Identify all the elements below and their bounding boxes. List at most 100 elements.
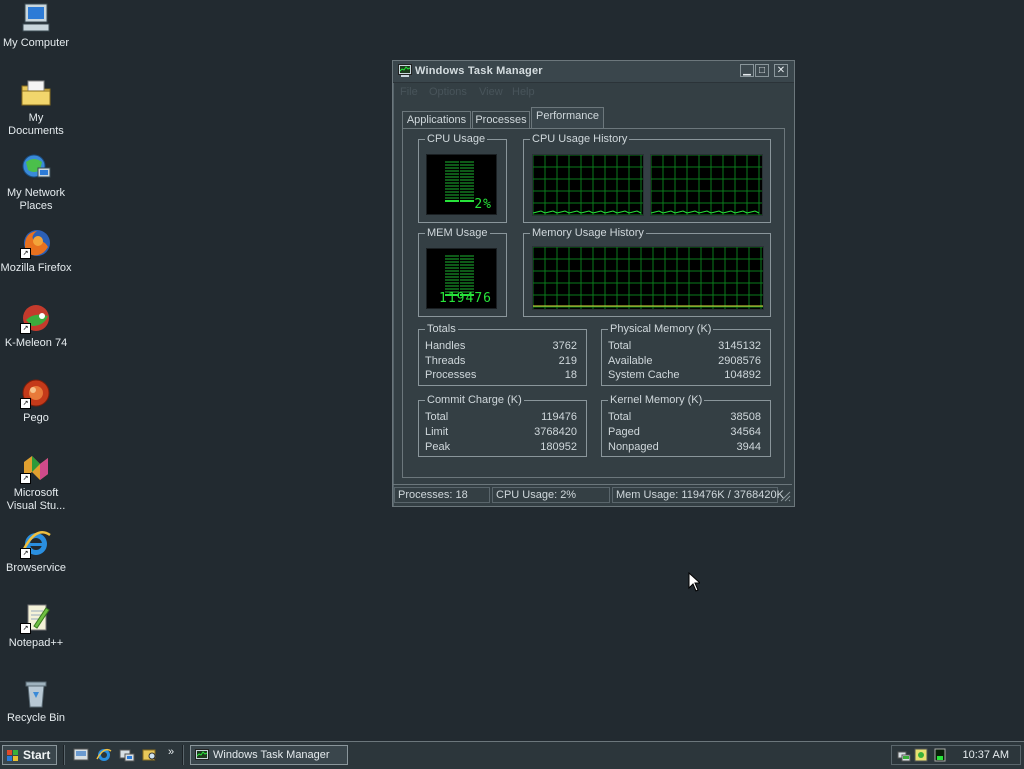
meter-segment: [445, 176, 459, 178]
meter-segment: [445, 197, 459, 199]
my-computer-icon: [20, 2, 52, 34]
meter-segment: [460, 197, 474, 199]
quicklaunch-search-icon[interactable]: [142, 747, 158, 763]
row-value: 38508: [730, 411, 761, 423]
meter-segment: [445, 282, 459, 284]
cpu-history-line: [533, 210, 642, 214]
meter-segment: [445, 179, 459, 181]
desktop-icon-label: My Documents: [8, 112, 64, 137]
cpu-history-label: CPU Usage History: [530, 132, 630, 146]
meter-segment: [460, 276, 474, 278]
maximize-icon: □: [758, 65, 766, 76]
meter-segment: [460, 194, 474, 196]
taskbar-divider: [182, 745, 184, 765]
row-key: System Cache: [608, 369, 680, 381]
meter-segment: [460, 179, 474, 181]
meter-segment: [460, 273, 474, 275]
mem-usage-readout: 119476: [439, 291, 492, 306]
tab-applications[interactable]: Applications: [402, 111, 471, 128]
row-key: Processes: [425, 369, 477, 381]
meter-segment: [460, 173, 474, 175]
minimize-button[interactable]: ▁: [740, 64, 754, 77]
meter-segment: [460, 161, 474, 163]
tray-task-manager-icon[interactable]: [934, 748, 946, 762]
title-bar[interactable]: Windows Task Manager ▁ □ ✕: [393, 61, 794, 83]
physical-memory-label: Physical Memory (K): [608, 322, 714, 336]
close-button[interactable]: ✕: [774, 64, 788, 77]
cpu-history-chart: [533, 155, 643, 215]
row-key: Threads: [425, 355, 466, 367]
desktop-icon-my-computer[interactable]: My Computer: [0, 2, 72, 50]
quicklaunch-desktop-icon[interactable]: [73, 747, 89, 763]
desktop-icon-browservice[interactable]: ↗ Browservice: [0, 527, 72, 575]
meter-segment: [460, 270, 474, 272]
desktop-icon-label: Browservice: [6, 562, 66, 574]
desktop-icon-label: Microsoft Visual Stu...: [6, 487, 66, 512]
tray-security-icon[interactable]: [914, 748, 928, 762]
desktop-icon-visual-studio[interactable]: ↗ Microsoft Visual Stu...: [0, 452, 72, 513]
menu-help[interactable]: Help: [512, 86, 535, 98]
meter-segment: [460, 182, 474, 184]
status-mem-usage: Mem Usage: 119476K / 3768420K: [612, 487, 784, 503]
kernel-memory-row-total: Total 38508: [608, 411, 761, 426]
desktop-icon-mozilla-firefox[interactable]: ↗ Mozilla Firefox: [0, 227, 72, 275]
taskbar-button-task-manager[interactable]: Windows Task Manager: [190, 745, 348, 765]
meter-segment: [460, 285, 474, 287]
task-manager-icon: [398, 64, 412, 77]
mem-usage-group: MEM Usage 119476: [418, 226, 507, 317]
menu-file[interactable]: File: [400, 86, 418, 98]
cpu-usage-meter: 2%: [426, 154, 497, 215]
desktop-icon-recycle-bin[interactable]: Recycle Bin: [0, 677, 72, 725]
taskbar-button-label: Windows Task Manager: [213, 749, 330, 761]
physical-memory-group: Physical Memory (K) Total 3145132 Availab…: [601, 322, 771, 386]
desktop-icon-notepad-plus-plus[interactable]: ↗ Notepad++: [0, 602, 72, 650]
tab-processes[interactable]: Processes: [472, 111, 530, 128]
meter-segment: [445, 264, 459, 266]
meter-segment: [460, 282, 474, 284]
system-tray: 10:37 AM: [891, 745, 1021, 765]
desktop-icon-k-meleon[interactable]: ↗ K-Meleon 74: [0, 302, 72, 350]
recycle-bin-icon: [20, 677, 52, 709]
physical-memory-row-available: Available 2908576: [608, 355, 761, 370]
menu-options[interactable]: Options: [429, 86, 467, 98]
quicklaunch-network-icon[interactable]: [119, 747, 135, 763]
notepad-plus-plus-icon: ↗: [20, 602, 52, 634]
totals-row-threads: Threads 219: [425, 355, 577, 370]
meter-segment: [445, 285, 459, 287]
k-meleon-icon: ↗: [20, 302, 52, 334]
meter-segment: [445, 261, 459, 263]
row-value: 3762: [552, 340, 577, 352]
meter-segment: [460, 170, 474, 172]
desktop-icon-my-documents[interactable]: My Documents: [0, 77, 72, 138]
desktop-icon-pego[interactable]: ↗ Pego: [0, 377, 72, 425]
maximize-button[interactable]: □: [755, 64, 769, 77]
mouse-cursor-icon: [688, 571, 702, 592]
menu-bar: File Options View Help: [393, 83, 794, 101]
menu-view[interactable]: View: [479, 86, 503, 98]
quicklaunch-more-chevron-icon[interactable]: »: [168, 746, 174, 758]
physical-memory-row-system-cache: System Cache 104892: [608, 369, 761, 384]
totals-row-processes: Processes 18: [425, 369, 577, 384]
desktop-icon-label: Mozilla Firefox: [0, 262, 72, 274]
row-key: Handles: [425, 340, 466, 352]
row-value: 104892: [724, 369, 761, 381]
resize-grip-icon[interactable]: [779, 490, 791, 502]
row-value: 180952: [540, 441, 577, 453]
minimize-icon: ▁: [743, 65, 751, 76]
start-button[interactable]: Start: [2, 745, 57, 765]
tab-performance[interactable]: Performance: [531, 107, 604, 129]
desktop-icon-label: K-Meleon 74: [4, 337, 68, 349]
meter-segment: [445, 255, 459, 257]
meter-segment: [445, 276, 459, 278]
row-value: 18: [564, 369, 577, 381]
meter-segment: [445, 279, 459, 281]
quicklaunch-ie-icon[interactable]: [96, 747, 112, 763]
meter-segment: [460, 279, 474, 281]
cpu-history-group: CPU Usage History: [523, 132, 771, 223]
desktop-icon-my-network-places[interactable]: My Network Places: [0, 152, 72, 213]
totals-label: Totals: [425, 322, 458, 336]
meter-segment: [445, 267, 459, 269]
row-key: Limit: [425, 426, 449, 438]
row-key: Nonpaged: [608, 441, 659, 453]
tray-network-icon[interactable]: [897, 748, 911, 762]
